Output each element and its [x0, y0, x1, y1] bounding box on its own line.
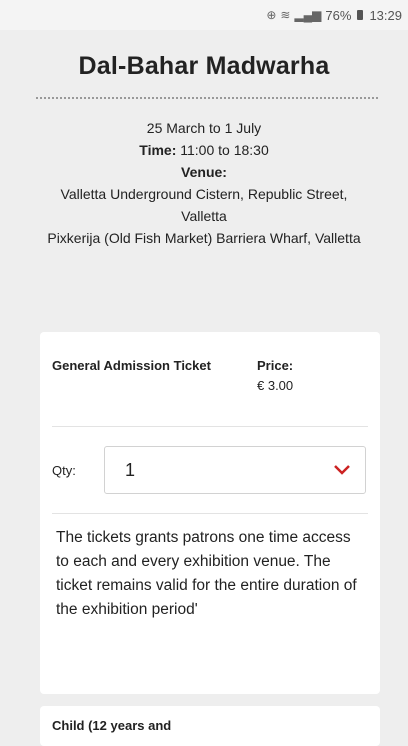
event-info: 25 March to 1 July Time: 11:00 to 18:30 … — [0, 117, 408, 249]
qty-value: 1 — [125, 459, 136, 480]
price-value: € 3.00 — [257, 378, 294, 393]
page-title: Dal-Bahar Madwarha — [78, 52, 330, 80]
ticket-name: General Admission Ticket — [52, 358, 211, 373]
quantity-select[interactable]: 1 — [104, 446, 366, 494]
battery-icon — [357, 10, 364, 20]
qty-label: Qty: — [52, 462, 76, 478]
quantity-row: Qty: 1 — [40, 427, 380, 513]
location-icon: ⊕ — [266, 8, 277, 22]
battery-percent: 76% — [325, 7, 352, 23]
ticket-card-child: Child (12 years and — [40, 706, 380, 746]
event-time: Time: 11:00 to 18:30 — [40, 139, 368, 161]
venue-line-1: Valletta Underground Cistern, Republic S… — [60, 186, 348, 224]
venue-line-2: Pixkerija (Old Fish Market) Barriera Wha… — [47, 230, 361, 246]
dotted-divider — [36, 97, 378, 99]
event-dates: 25 March to 1 July — [146, 120, 262, 136]
price-label: Price: — [257, 358, 294, 373]
status-bar: ⊕ ≋ ▂▄▆ 76% 13:29 — [0, 0, 408, 30]
ticket-name: Child (12 years and — [52, 718, 172, 733]
ticket-description: The tickets grants patrons one time acce… — [56, 529, 357, 618]
ticket-card-general: General Admission Ticket Price: € 3.00 Q… — [40, 332, 380, 694]
venue-label: Venue: — [181, 164, 227, 180]
chevron-down-icon — [333, 459, 351, 482]
event-header: Dal-Bahar Madwarha — [0, 30, 408, 99]
time-value: 11:00 to 18:30 — [180, 142, 269, 158]
signal-icon: ▂▄▆ — [294, 8, 322, 22]
time-label: Time: — [139, 142, 177, 158]
status-time: 13:29 — [369, 7, 402, 23]
wifi-icon: ≋ — [280, 8, 291, 22]
ticket-price: Price: € 3.00 — [257, 356, 293, 396]
ticket-header: General Admission Ticket Price: € 3.00 — [40, 332, 380, 396]
